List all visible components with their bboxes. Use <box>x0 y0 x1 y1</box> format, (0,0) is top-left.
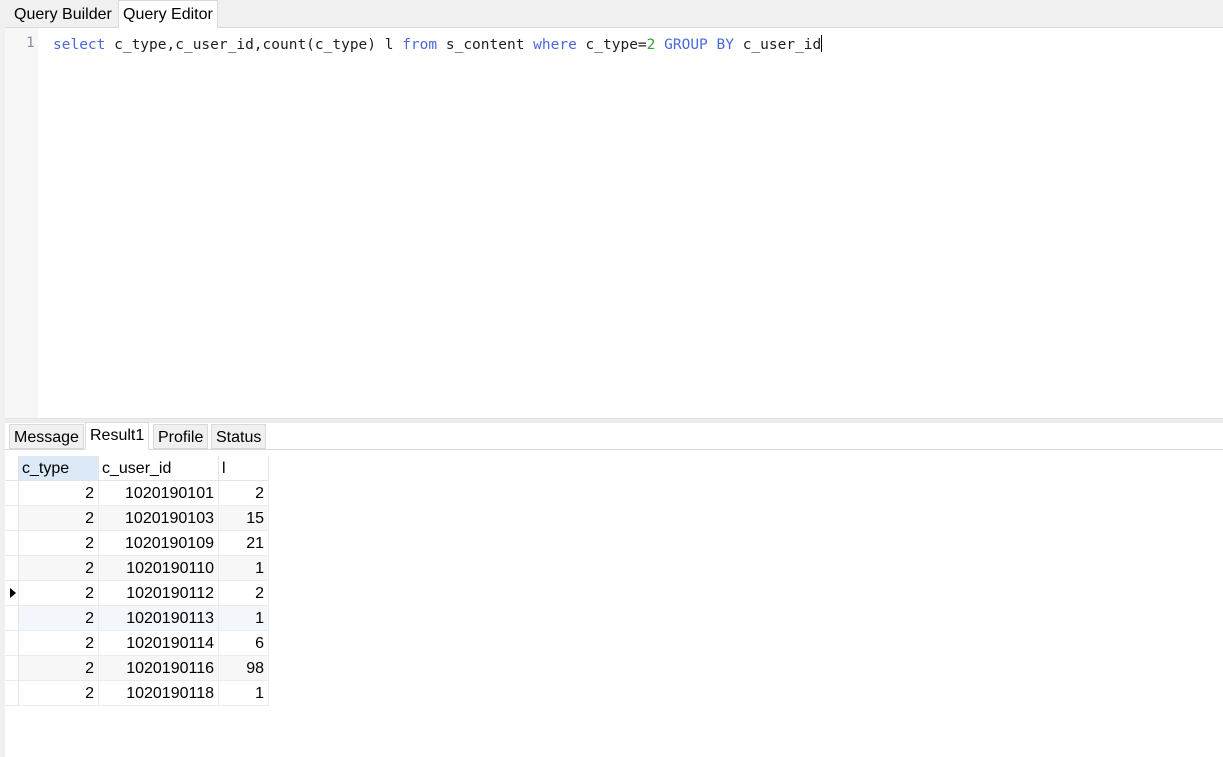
row-indicator[interactable] <box>5 581 19 606</box>
cell-l[interactable]: 98 <box>219 656 269 681</box>
cell-l[interactable]: 6 <box>219 631 269 656</box>
cell-c-user-id[interactable]: 1020190113 <box>99 606 219 631</box>
tab-query-builder[interactable]: Query Builder <box>10 1 116 28</box>
row-indicator[interactable] <box>5 606 19 631</box>
sql-keyword-group-by: GROUP BY <box>664 37 734 53</box>
current-row-arrow-icon <box>10 588 16 598</box>
cell-c-type[interactable]: 2 <box>19 556 99 581</box>
sql-keyword-select: select <box>53 37 106 53</box>
cell-l[interactable]: 1 <box>219 556 269 581</box>
cell-l[interactable]: 1 <box>219 606 269 631</box>
table-row[interactable]: 2 1020190112 2 <box>5 581 269 606</box>
table-row[interactable]: 2 1020190110 1 <box>5 556 269 581</box>
sql-text: c_user_id <box>733 37 822 53</box>
tab-message[interactable]: Message <box>9 424 84 449</box>
row-indicator[interactable] <box>5 506 19 531</box>
cell-c-type[interactable]: 2 <box>19 506 99 531</box>
sql-code-line[interactable]: select c_type,c_user_id,count(c_type) l … <box>53 35 823 53</box>
cell-c-type[interactable]: 2 <box>19 481 99 506</box>
cell-l[interactable]: 2 <box>219 581 269 606</box>
column-header-c-type[interactable]: c_type <box>19 456 99 481</box>
text-caret <box>821 35 823 52</box>
cell-c-type[interactable]: 2 <box>19 581 99 606</box>
cell-l[interactable]: 2 <box>219 481 269 506</box>
sql-keyword-from: from <box>402 37 438 53</box>
cell-c-user-id[interactable]: 1020190118 <box>99 681 219 706</box>
table-row[interactable]: 2 1020190116 98 <box>5 656 269 681</box>
row-indicator[interactable] <box>5 631 19 656</box>
cell-c-type[interactable]: 2 <box>19 531 99 556</box>
cell-l[interactable]: 1 <box>219 681 269 706</box>
cell-c-type[interactable]: 2 <box>19 606 99 631</box>
tab-status[interactable]: Status <box>211 424 267 449</box>
cell-c-user-id[interactable]: 1020190103 <box>99 506 219 531</box>
tab-result1[interactable]: Result1 <box>85 422 150 450</box>
row-indicator[interactable] <box>5 681 19 706</box>
cell-c-type[interactable]: 2 <box>19 656 99 681</box>
table-row[interactable]: 2 1020190101 2 <box>5 481 269 506</box>
column-header-c-user-id[interactable]: c_user_id <box>99 456 219 481</box>
cell-c-user-id[interactable]: 1020190116 <box>99 656 219 681</box>
cell-c-user-id[interactable]: 1020190110 <box>99 556 219 581</box>
row-header-corner <box>5 456 19 481</box>
result-tab-bar: Message Result1 Profile Status <box>5 422 1223 450</box>
editor-tab-bar: Query Builder Query Editor <box>5 0 1223 29</box>
cell-c-user-id[interactable]: 1020190112 <box>99 581 219 606</box>
cell-l[interactable]: 15 <box>219 506 269 531</box>
line-number: 1 <box>26 35 35 51</box>
table-row[interactable]: 2 1020190113 1 <box>5 606 269 631</box>
cell-l[interactable]: 21 <box>219 531 269 556</box>
cell-c-user-id[interactable]: 1020190109 <box>99 531 219 556</box>
row-indicator[interactable] <box>5 531 19 556</box>
tab-profile[interactable]: Profile <box>153 424 209 449</box>
sql-keyword-where: where <box>533 37 577 53</box>
cell-c-user-id[interactable]: 1020190114 <box>99 631 219 656</box>
tab-query-editor[interactable]: Query Editor <box>118 0 218 29</box>
row-indicator[interactable] <box>5 556 19 581</box>
sql-text: c_type= <box>576 37 647 53</box>
cell-c-type[interactable]: 2 <box>19 631 99 656</box>
table-row[interactable]: 2 1020190109 21 <box>5 531 269 556</box>
table-row[interactable]: 2 1020190103 15 <box>5 506 269 531</box>
sql-text: c_type,c_user_id,count(c_type) l <box>105 37 403 53</box>
cell-c-user-id[interactable]: 1020190101 <box>99 481 219 506</box>
row-indicator[interactable] <box>5 481 19 506</box>
row-indicator[interactable] <box>5 656 19 681</box>
sql-text: s_content <box>437 37 534 53</box>
column-header-l[interactable]: l <box>219 456 269 481</box>
cell-c-type[interactable]: 2 <box>19 681 99 706</box>
table-row[interactable]: 2 1020190118 1 <box>5 681 269 706</box>
table-row[interactable]: 2 1020190114 6 <box>5 631 269 656</box>
sql-editor[interactable]: 1 select c_type,c_user_id,count(c_type) … <box>5 28 1223 418</box>
line-number-gutter: 1 <box>5 28 38 418</box>
